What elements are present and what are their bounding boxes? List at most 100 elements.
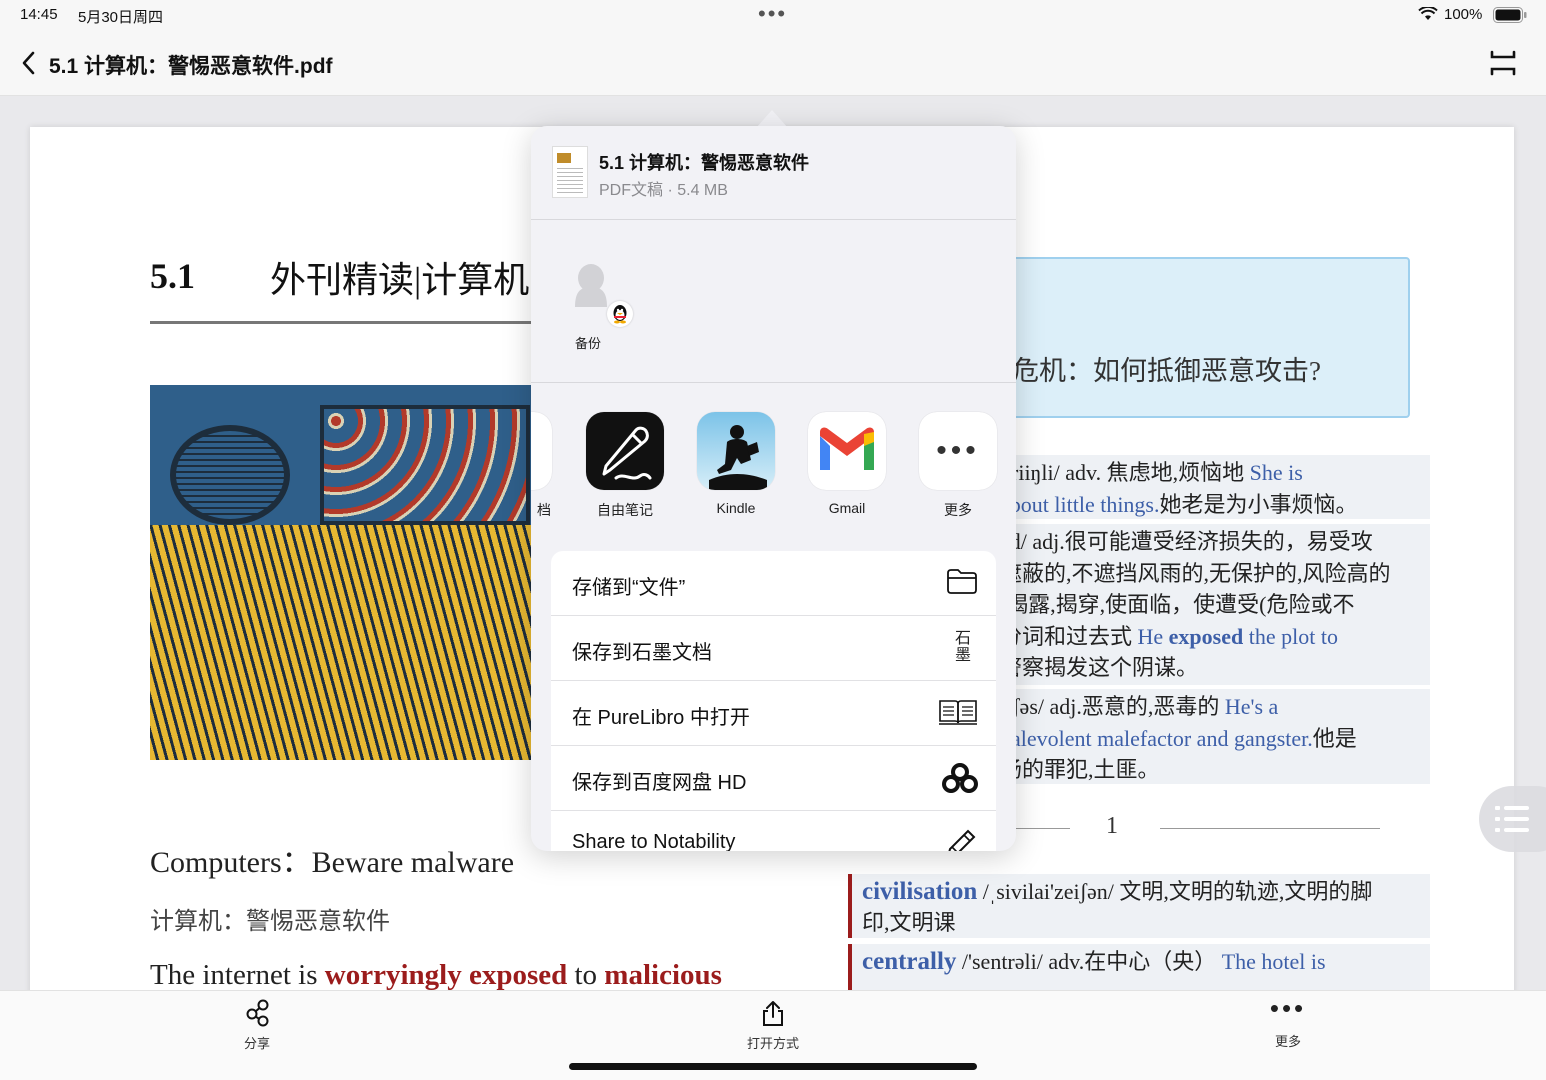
- pencil-icon: [948, 829, 976, 851]
- vocab-example: He: [1137, 623, 1169, 649]
- word-definition: /'sentrəli/ adv.在中心（央）: [956, 949, 1222, 974]
- vocab-definition: 分词和过去式: [1000, 623, 1138, 649]
- action-label: Share to Notability: [572, 831, 736, 851]
- status-bar: 14:45 5月30日周四 ••• 100%: [0, 0, 1546, 30]
- share-nodes-icon: [246, 999, 269, 1027]
- action-label: 在 PureLibro 中打开: [572, 707, 750, 729]
- action-label: 存储到“文件”: [572, 577, 686, 599]
- share-app-freeform-notes[interactable]: 自由笔记: [585, 412, 665, 520]
- share-actions-list: 存储到“文件” 保存到石墨文档 石墨 在 PureLibro 中打开 保存到百度…: [551, 551, 996, 851]
- share-label: 分享: [243, 1036, 270, 1051]
- qq-penguin-icon: [613, 305, 627, 324]
- battery-percentage: 100%: [1444, 6, 1483, 23]
- open-with-button[interactable]: 打开方式: [733, 999, 813, 1052]
- more-label: 更多: [1274, 1034, 1301, 1049]
- vocab-example: He's a: [1224, 694, 1279, 719]
- question-text: 危机：如何抵御恶意攻击?: [1012, 356, 1321, 386]
- word-example: The hotel is: [1221, 949, 1326, 974]
- illustration-rack: [320, 405, 530, 525]
- back-chevron-icon[interactable]: [20, 50, 38, 76]
- contact-avatar-icon[interactable]: [569, 263, 613, 311]
- vocab-translation: 她老是为小事烦恼。: [1159, 491, 1358, 517]
- airdrop-contacts-row: 备份: [531, 221, 1016, 383]
- file-name: 5.1 计算机：警惕恶意软件: [599, 153, 810, 173]
- home-indicator[interactable]: [569, 1063, 977, 1070]
- vocab-definition: ʌriiŋli/ adv. 焦虑地,烦恼地: [1000, 460, 1250, 485]
- highlight-word: malicious: [604, 959, 722, 991]
- english-heading: Computers：Beware malware: [150, 846, 515, 879]
- share-sheet-header: 5.1 计算机：警惕恶意软件 PDF文稿 · 5.4 MB: [531, 126, 1016, 220]
- ellipsis-icon: •••: [1269, 993, 1307, 1023]
- vocab-example: about little things.: [1000, 491, 1160, 517]
- illustration-panel: [170, 425, 290, 525]
- body-text-line: The internet is worryingly exposed to ma…: [150, 959, 722, 992]
- more-icon: •••: [919, 412, 997, 490]
- action-save-to-baidu[interactable]: 保存到百度网盘 HD: [551, 746, 996, 811]
- thumbnail-lines: [557, 167, 583, 193]
- action-save-to-shimo[interactable]: 保存到石墨文档 石墨: [551, 616, 996, 681]
- share-app-gmail[interactable]: Gmail: [807, 412, 887, 516]
- share-app-kindle[interactable]: Kindle: [696, 412, 776, 516]
- share-app-label: 档: [537, 502, 551, 518]
- contact-label: 备份: [575, 336, 602, 351]
- document-title: 5.1 计算机：警惕恶意软件.pdf: [49, 55, 333, 78]
- fit-page-icon[interactable]: [1488, 50, 1518, 76]
- vocab-example: nalevolent malefactor and gangster.: [1000, 725, 1313, 751]
- share-sheet: 5.1 计算机：警惕恶意软件 PDF文稿 · 5.4 MB 备份 档 自由笔记 …: [531, 126, 1016, 851]
- share-app-label: 自由笔记: [597, 502, 653, 518]
- book-icon: [939, 700, 977, 725]
- action-open-in-purelibro[interactable]: 在 PureLibro 中打开: [551, 681, 996, 746]
- baidu-cloud-icon: [942, 763, 978, 793]
- share-app-label: Kindle: [716, 500, 756, 516]
- more-button[interactable]: ••• 更多: [1248, 993, 1328, 1050]
- kindle-icon: [697, 412, 775, 490]
- thumbnail-image: [557, 153, 571, 163]
- vocab-entry: zd/ adj.很可能遭受经济损失的，易受攻 遮蔽的,不遮挡风雨的,无保护的,风…: [990, 524, 1430, 685]
- vocab-example: the plot to: [1243, 623, 1338, 649]
- file-thumbnail: [552, 146, 588, 198]
- freeform-notes-icon: [586, 412, 664, 490]
- shimo-icon-char: 墨: [954, 645, 971, 664]
- folder-icon: [947, 569, 977, 594]
- share-app-document[interactable]: 档: [531, 412, 553, 520]
- action-save-to-files[interactable]: 存储到“文件”: [551, 551, 996, 616]
- shimo-icon-char: 石: [954, 628, 971, 647]
- open-with-label: 打开方式: [746, 1036, 799, 1051]
- vocab-definition: 遮蔽的,不遮挡风雨的,无保护的,风险高的: [1000, 560, 1391, 586]
- file-meta: PDF文稿 · 5.4 MB: [599, 182, 728, 199]
- vocab-example: She is: [1249, 460, 1303, 485]
- vocab-translation: 警察揭发这个阴谋。: [1000, 655, 1199, 680]
- word-headword: centrally: [862, 948, 957, 975]
- vocab-definition: lɪʃəs/ adj.恶意的,恶毒的: [1000, 694, 1225, 719]
- action-share-to-notability[interactable]: Share to Notability: [551, 811, 996, 851]
- page-number: 1: [1106, 813, 1118, 839]
- multitasking-dots-icon[interactable]: •••: [758, 3, 787, 25]
- section-title: 外刊精读|计算机: [270, 260, 530, 300]
- section-number: 5.1: [150, 256, 195, 296]
- highlight-phrase: worryingly exposed: [324, 959, 568, 991]
- vocab-entry: lɪʃəs/ adj.恶意的,恶毒的 He's a nalevolent mal…: [990, 689, 1430, 784]
- battery-icon: [1493, 7, 1527, 23]
- word-headword: civilisation: [862, 878, 978, 905]
- share-app-label: Gmail: [828, 500, 866, 516]
- popover-arrow: [756, 110, 788, 128]
- vocab-entry: ʌriiŋli/ adv. 焦虑地,烦恼地 She is about littl…: [990, 455, 1430, 519]
- share-app-more[interactable]: ••• 更多: [918, 412, 998, 520]
- table-of-contents-button[interactable]: [1479, 786, 1546, 852]
- vocab-translation: 肠的罪犯,土匪。: [1000, 757, 1160, 782]
- word-card: civilisation /ˌsivilai'zeiʃən/ 文明,文明的轨迹,…: [848, 874, 1430, 938]
- action-label: 保存到百度网盘 HD: [572, 772, 747, 794]
- share-button[interactable]: 分享: [217, 999, 297, 1052]
- qq-badge: [607, 301, 633, 327]
- word-definition: /ˌsivilai'zeiʃən/ 文明,文明的轨迹,文明的脚: [977, 879, 1373, 904]
- gmail-icon: [808, 412, 886, 490]
- wifi-icon: [1418, 7, 1438, 20]
- share-app-label: 更多: [944, 502, 972, 518]
- illustration-cables: [150, 525, 550, 760]
- status-time: 14:45: [20, 6, 58, 23]
- navigation-bar: 5.1 计算机：警惕恶意软件.pdf: [0, 30, 1546, 96]
- word-definition: 印,文明课: [862, 910, 956, 935]
- action-label: 保存到石墨文档: [572, 642, 712, 664]
- vocab-keyword: exposed: [1168, 623, 1244, 649]
- status-date: 5月30日周四: [78, 9, 164, 26]
